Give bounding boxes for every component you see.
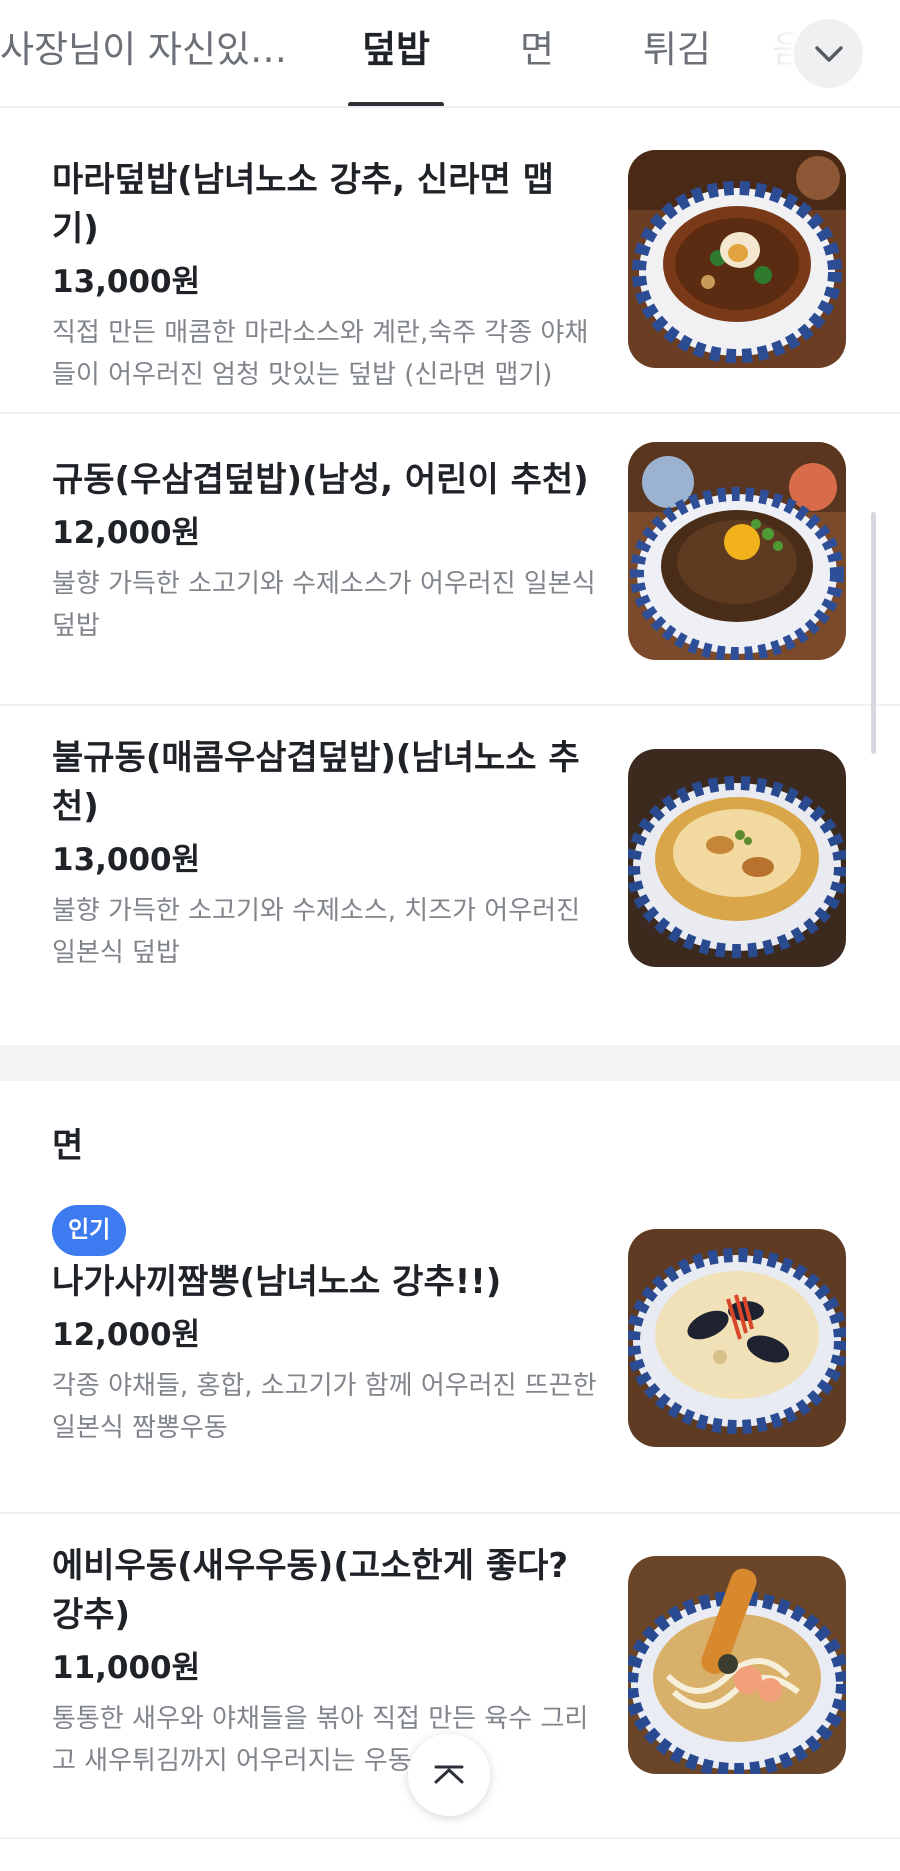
tab-rice-bowl[interactable]: 덮밥 (362, 0, 430, 106)
expand-categories-button[interactable] (794, 19, 863, 88)
tab-noodles[interactable]: 면 (520, 0, 554, 106)
cheese-gyudon-photo (628, 749, 846, 967)
item-price: 13,000원 (52, 842, 201, 878)
section-divider (0, 1045, 900, 1081)
item-name: 불규동(매콤우삼겹덮밥)(남녀노소 추천) (52, 738, 580, 827)
item-name: 마라덮밥(남녀노소 강추, 신라면 맵기) (52, 160, 554, 249)
gyudon-photo (628, 442, 846, 660)
menu-item-mara-rice-bowl[interactable]: 마라덮밥(남녀노소 강추, 신라면 맵기) 13,000원 직접 만든 매콤한 … (0, 110, 900, 414)
item-price: 12,000원 (52, 515, 201, 551)
scroll-to-top-button[interactable] (408, 1734, 490, 1816)
chevron-up-icon (434, 1765, 464, 1784)
item-price: 13,000원 (52, 264, 201, 300)
tab-fried[interactable]: 튀김 (643, 0, 711, 106)
item-price: 12,000원 (52, 1317, 201, 1353)
item-name: 나가사끼짬뽕(남녀노소 강추!!) (52, 1262, 502, 1302)
section-title-noodles: 면 (52, 1126, 84, 1166)
active-tab-indicator (348, 102, 444, 106)
tab-chef-special[interactable]: 사장님이 자신있는 ... (0, 0, 310, 106)
ebi-udon-photo (628, 1556, 846, 1774)
mara-rice-bowl-photo (628, 150, 846, 368)
chevron-down-icon (814, 45, 843, 62)
menu-item-spicy-gyudon[interactable]: 불규동(매콤우삼겹덮밥)(남녀노소 추천) 13,000원 불향 가득한 소고기… (0, 706, 900, 1045)
menu-item-gyudon[interactable]: 규동(우삼겹덮밥)(남성, 어린이 추천) 12,000원 불향 가득한 소고기… (0, 414, 900, 706)
item-description: 불향 가득한 소고기와 수제소스, 치즈가 어우러진 일본식 덮밥 (52, 896, 580, 968)
item-description: 각종 야채들, 홍합, 소고기가 함께 어우러진 뜨끈한 일본식 짬뽕우동 (52, 1371, 597, 1443)
menu-item-nagasaki-champon[interactable]: 인기 나가사끼짬뽕(남녀노소 강추!!) 12,000원 각종 야채들, 홍합,… (0, 1183, 900, 1514)
nagasaki-champon-photo (628, 1229, 846, 1447)
category-tab-bar: 사장님이 자신있는 ... 덮밥 면 튀김 음 (0, 0, 900, 108)
item-description: 불향 가득한 소고기와 수제소스가 어우러진 일본식 덮밥 (52, 569, 596, 641)
scrollbar[interactable] (871, 512, 876, 754)
item-description: 직접 만든 매콤한 마라소스와 계란,숙주 각종 야채들이 어우러진 엄청 맛있… (52, 318, 589, 390)
item-price: 11,000원 (52, 1650, 201, 1686)
item-description: 통통한 새우와 야채들을 볶아 직접 만든 육수 그리고 새우튀김까지 어우러지… (52, 1704, 589, 1776)
popular-badge: 인기 (52, 1205, 127, 1256)
item-name: 에비우동(새우우동)(고소한게 좋다? 강추) (52, 1546, 569, 1635)
item-name: 규동(우삼겹덮밥)(남성, 어린이 추천) (52, 460, 589, 500)
